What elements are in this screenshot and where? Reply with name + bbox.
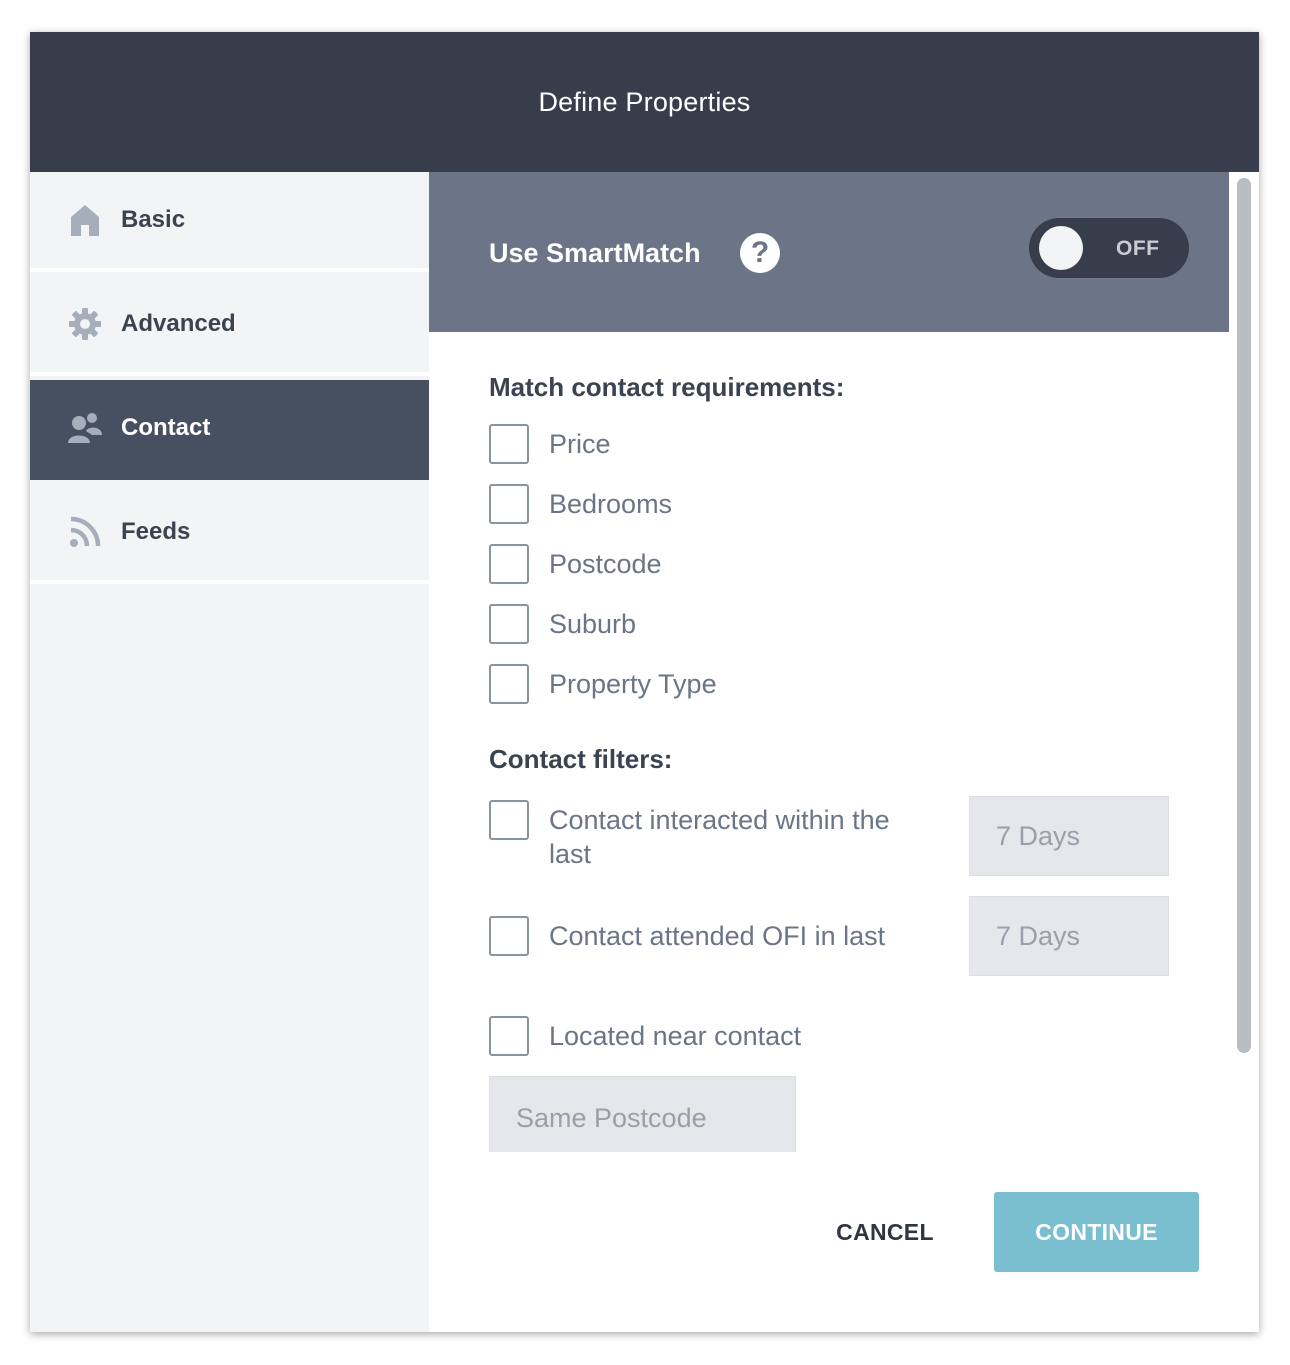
price-label: Price: [549, 429, 611, 459]
requirement-price-row: Price: [489, 424, 611, 464]
requirement-bedrooms-row: Bedrooms: [489, 484, 672, 524]
near-contact-label: Located near contact: [549, 1021, 802, 1051]
near-distance-select[interactable]: Same Postcode: [489, 1076, 796, 1152]
requirement-property-type-row: Property Type: [489, 664, 717, 704]
cancel-button[interactable]: CANCEL: [820, 1192, 950, 1272]
scrollbar[interactable]: [1229, 172, 1259, 1152]
filters-title: Contact filters:: [489, 744, 673, 774]
sidebar-item-label: Advanced: [121, 310, 236, 337]
bedrooms-label: Bedrooms: [549, 489, 673, 519]
toggle-knob: [1039, 226, 1083, 270]
suburb-label: Suburb: [549, 609, 637, 639]
scrollbar-thumb[interactable]: [1237, 178, 1251, 1053]
dialog-title: Define Properties: [538, 86, 751, 117]
sidebar-item-contact[interactable]: Contact: [30, 380, 429, 480]
postcode-label: Postcode: [549, 549, 662, 579]
price-checkbox[interactable]: [489, 424, 529, 464]
sidebar-item-basic[interactable]: Basic: [30, 172, 429, 272]
sidebar-item-label: Contact: [121, 414, 211, 441]
filter-ofi-row: Contact attended OFI in last: [489, 916, 885, 956]
rss-icon: [68, 515, 102, 549]
interacted-label: Contact interacted within the last: [549, 805, 890, 869]
define-properties-dialog: Define Properties Basic Advanced Contact…: [30, 32, 1259, 1332]
requirement-suburb-row: Suburb: [489, 604, 636, 644]
continue-button[interactable]: CONTINUE: [994, 1192, 1199, 1272]
contacts-icon: [68, 411, 102, 445]
near-contact-checkbox[interactable]: [489, 1016, 529, 1056]
sidebar-item-label: Basic: [121, 206, 186, 233]
contact-settings-panel: Use SmartMatch ? OFF Match contact requi…: [429, 172, 1229, 1152]
sidebar-item-feeds[interactable]: Feeds: [30, 484, 429, 584]
requirements-title: Match contact requirements:: [489, 372, 845, 402]
smartmatch-title: Use SmartMatch: [489, 238, 701, 268]
bedrooms-checkbox[interactable]: [489, 484, 529, 524]
smartmatch-bar: Use SmartMatch ? OFF: [429, 172, 1229, 332]
ofi-checkbox[interactable]: [489, 916, 529, 956]
smartmatch-toggle[interactable]: OFF: [1029, 218, 1189, 278]
postcode-checkbox[interactable]: [489, 544, 529, 584]
dialog-header: Define Properties: [30, 32, 1259, 172]
toggle-state-label: OFF: [1116, 237, 1160, 260]
sidebar: Basic Advanced Contact Feeds: [30, 172, 429, 1332]
suburb-checkbox[interactable]: [489, 604, 529, 644]
interacted-checkbox[interactable]: [489, 800, 529, 840]
help-icon[interactable]: ?: [740, 233, 780, 273]
filter-near-row: Located near contact: [489, 1016, 801, 1056]
ofi-days-select[interactable]: 7 Days: [969, 896, 1169, 976]
requirement-postcode-row: Postcode: [489, 544, 662, 584]
sidebar-item-label: Feeds: [121, 518, 191, 545]
home-icon: [68, 203, 102, 237]
property-type-label: Property Type: [549, 669, 717, 699]
interacted-days-select[interactable]: 7 Days: [969, 796, 1169, 876]
ofi-label: Contact attended OFI in last: [549, 921, 886, 951]
filter-interacted-row: Contact interacted within the last: [489, 800, 929, 871]
gear-icon: [68, 307, 102, 341]
property-type-checkbox[interactable]: [489, 664, 529, 704]
sidebar-item-advanced[interactable]: Advanced: [30, 276, 429, 376]
